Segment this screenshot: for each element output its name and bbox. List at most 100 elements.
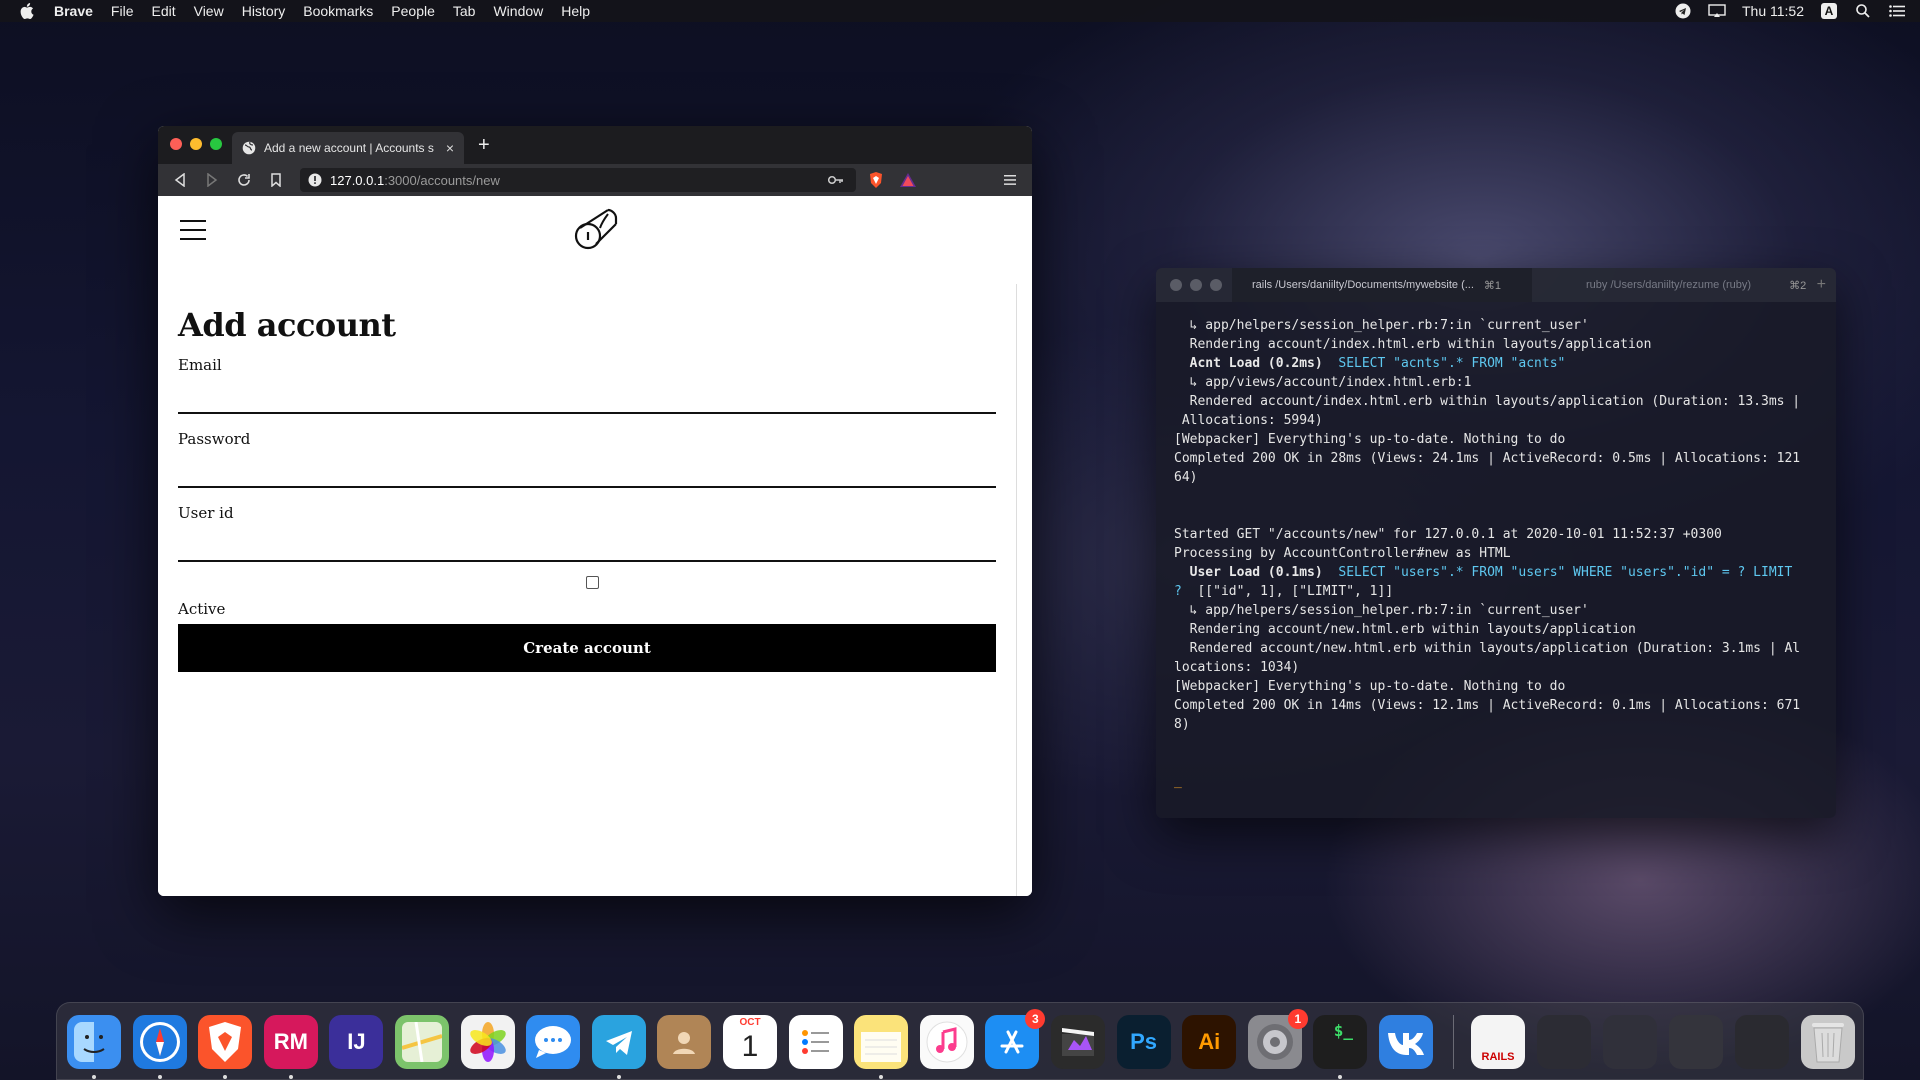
page-title: Add account: [178, 306, 396, 344]
terminal-line: Completed 200 OK in 14ms (Views: 12.1ms …: [1174, 696, 1818, 715]
terminal-text: SELECT "users".* FROM "users" WHERE "use…: [1322, 565, 1793, 580]
dock-itunes-icon[interactable]: [919, 1015, 974, 1069]
dock-window-thumb-4-icon[interactable]: [1735, 1015, 1789, 1069]
terminal-text: Started GET "/accounts/new" for 127.0.0.…: [1174, 527, 1722, 542]
hamburger-menu-icon[interactable]: [180, 220, 206, 240]
terminal-line: Started GET "/accounts/new" for 127.0.0.…: [1174, 525, 1818, 544]
brave-rewards-icon[interactable]: [896, 168, 920, 192]
dock-terminal-app-icon[interactable]: $_: [1313, 1015, 1368, 1069]
menu-bookmarks[interactable]: Bookmarks: [303, 3, 373, 19]
airplay-icon[interactable]: [1708, 3, 1726, 19]
key-icon[interactable]: [827, 173, 844, 188]
back-icon[interactable]: [168, 168, 192, 192]
reload-icon[interactable]: [232, 168, 256, 192]
url-text: 127.0.0.1:3000/accounts/new: [330, 173, 828, 188]
terminal-new-tab-icon[interactable]: +: [1817, 276, 1826, 294]
terminal-output[interactable]: ↳ app/helpers/session_helper.rb:7:in `cu…: [1156, 302, 1836, 805]
site-logo-icon[interactable]: [572, 204, 620, 254]
terminal-text: Allocations: 5994): [1174, 413, 1323, 428]
notification-center-icon[interactable]: [1888, 3, 1906, 19]
dock: RM IJ 1 OCT 3 Ps Ai 1 $_ RAILS: [56, 1002, 1864, 1080]
browser-menu-icon[interactable]: [998, 168, 1022, 192]
menu-bar: Brave File Edit View History Bookmarks P…: [0, 0, 1920, 22]
menu-window[interactable]: Window: [493, 3, 543, 19]
create-account-button[interactable]: Create account: [178, 624, 996, 672]
dock-rubymine-running-indicator: [288, 1075, 293, 1079]
minimize-window-button[interactable]: [190, 138, 202, 150]
dock-vk-icon[interactable]: [1379, 1015, 1433, 1069]
site-info-icon[interactable]: [308, 173, 322, 187]
menu-history[interactable]: History: [242, 3, 286, 19]
input-source-label: A: [1821, 3, 1837, 19]
menu-file[interactable]: File: [111, 3, 134, 19]
terminal-text: ?: [1174, 584, 1182, 599]
page-scrollbar[interactable]: [1016, 284, 1017, 896]
terminal-zoom-button[interactable]: [1210, 279, 1222, 291]
new-tab-button[interactable]: +: [478, 134, 490, 157]
brave-shields-icon[interactable]: [864, 168, 888, 192]
terminal-text: Rendering account/index.html.erb within …: [1174, 337, 1652, 352]
dock-window-thumb-1-icon[interactable]: [1537, 1015, 1591, 1069]
dock-brave-icon[interactable]: [198, 1015, 253, 1069]
dock-trash-icon[interactable]: [1801, 1015, 1855, 1069]
zoom-window-button[interactable]: [210, 138, 222, 150]
dock-calendar-label: 1: [741, 1030, 759, 1063]
terminal-line: Acnt Load (0.2ms) SELECT "acnts".* FROM …: [1174, 354, 1818, 373]
bookmark-icon[interactable]: [264, 168, 288, 192]
password-input[interactable]: [178, 456, 996, 488]
address-bar[interactable]: 127.0.0.1:3000/accounts/new: [300, 168, 856, 192]
terminal-tab-rails-shortcut: ⌘1: [1483, 279, 1502, 292]
email-label: Email: [178, 356, 222, 374]
dock-contacts-icon[interactable]: [657, 1015, 712, 1069]
email-input[interactable]: [178, 382, 996, 414]
terminal-minimize-button[interactable]: [1190, 279, 1202, 291]
menu-view[interactable]: View: [194, 3, 224, 19]
dock-final-cut-icon[interactable]: [1051, 1015, 1105, 1069]
terminal-close-button[interactable]: [1170, 279, 1182, 291]
terminal-tab-ruby[interactable]: ruby /Users/daniilty/rezume (ruby) ⌘2: [1546, 268, 1816, 302]
dock-safari-icon[interactable]: [132, 1015, 187, 1069]
apple-icon[interactable]: [20, 3, 38, 19]
dock-maps-icon[interactable]: [395, 1015, 449, 1069]
dock-finder-icon[interactable]: [67, 1015, 121, 1069]
spotlight-search-icon[interactable]: [1854, 3, 1872, 19]
close-window-button[interactable]: [170, 138, 182, 150]
menu-tab[interactable]: Tab: [453, 3, 476, 19]
menu-app-brave[interactable]: Brave: [54, 3, 93, 19]
dock-rubymine-icon[interactable]: RM: [263, 1015, 318, 1069]
dock-illustrator-icon[interactable]: Ai: [1182, 1015, 1237, 1069]
active-checkbox-row: [178, 570, 996, 600]
terminal-text: [["id", 1], ["LIMIT", 1]]: [1181, 584, 1394, 599]
menu-help[interactable]: Help: [561, 3, 590, 19]
terminal-tab-rails[interactable]: rails /Users/daniilty/Documents/mywebsit…: [1232, 268, 1532, 302]
browser-tab-active[interactable]: Add a new account | Accounts s ×: [232, 132, 464, 164]
dock-notes-running-indicator: [879, 1075, 884, 1079]
terminal-line: locations: 1034): [1174, 658, 1818, 677]
forward-icon[interactable]: [200, 168, 224, 192]
dock-reminders-icon[interactable]: [788, 1015, 843, 1069]
clock[interactable]: Thu 11:52: [1742, 3, 1804, 19]
dock-photoshop-icon[interactable]: Ps: [1116, 1015, 1171, 1069]
tab-close-icon[interactable]: ×: [446, 140, 454, 156]
dock-notes-icon[interactable]: [854, 1015, 909, 1069]
dock-app-store-icon[interactable]: 3: [985, 1009, 1046, 1069]
dock-messages-icon[interactable]: [526, 1015, 581, 1069]
dock-window-thumb-2-icon[interactable]: [1603, 1015, 1657, 1069]
terminal-text: 8): [1174, 717, 1190, 732]
dock-window-thumb-3-icon[interactable]: [1669, 1015, 1723, 1069]
dock-photos-icon[interactable]: [460, 1015, 515, 1069]
dock-telegram-icon[interactable]: [591, 1015, 646, 1069]
active-checkbox[interactable]: [586, 576, 599, 589]
dock-rails-doc-icon[interactable]: RAILS: [1471, 1015, 1525, 1069]
userid-input[interactable]: [178, 530, 996, 562]
dock-intellij-icon[interactable]: IJ: [329, 1015, 384, 1069]
telegram-status-icon[interactable]: [1674, 3, 1692, 19]
dock-system-preferences-icon[interactable]: 1: [1247, 1009, 1308, 1069]
menu-people[interactable]: People: [391, 3, 435, 19]
terminal-text: [Webpacker] Everything's up-to-date. Not…: [1174, 432, 1566, 447]
globe-icon: [242, 141, 256, 155]
dock-calendar-icon[interactable]: 1 OCT: [723, 1015, 777, 1069]
menu-edit[interactable]: Edit: [151, 3, 175, 19]
input-source-icon[interactable]: A: [1820, 3, 1838, 19]
